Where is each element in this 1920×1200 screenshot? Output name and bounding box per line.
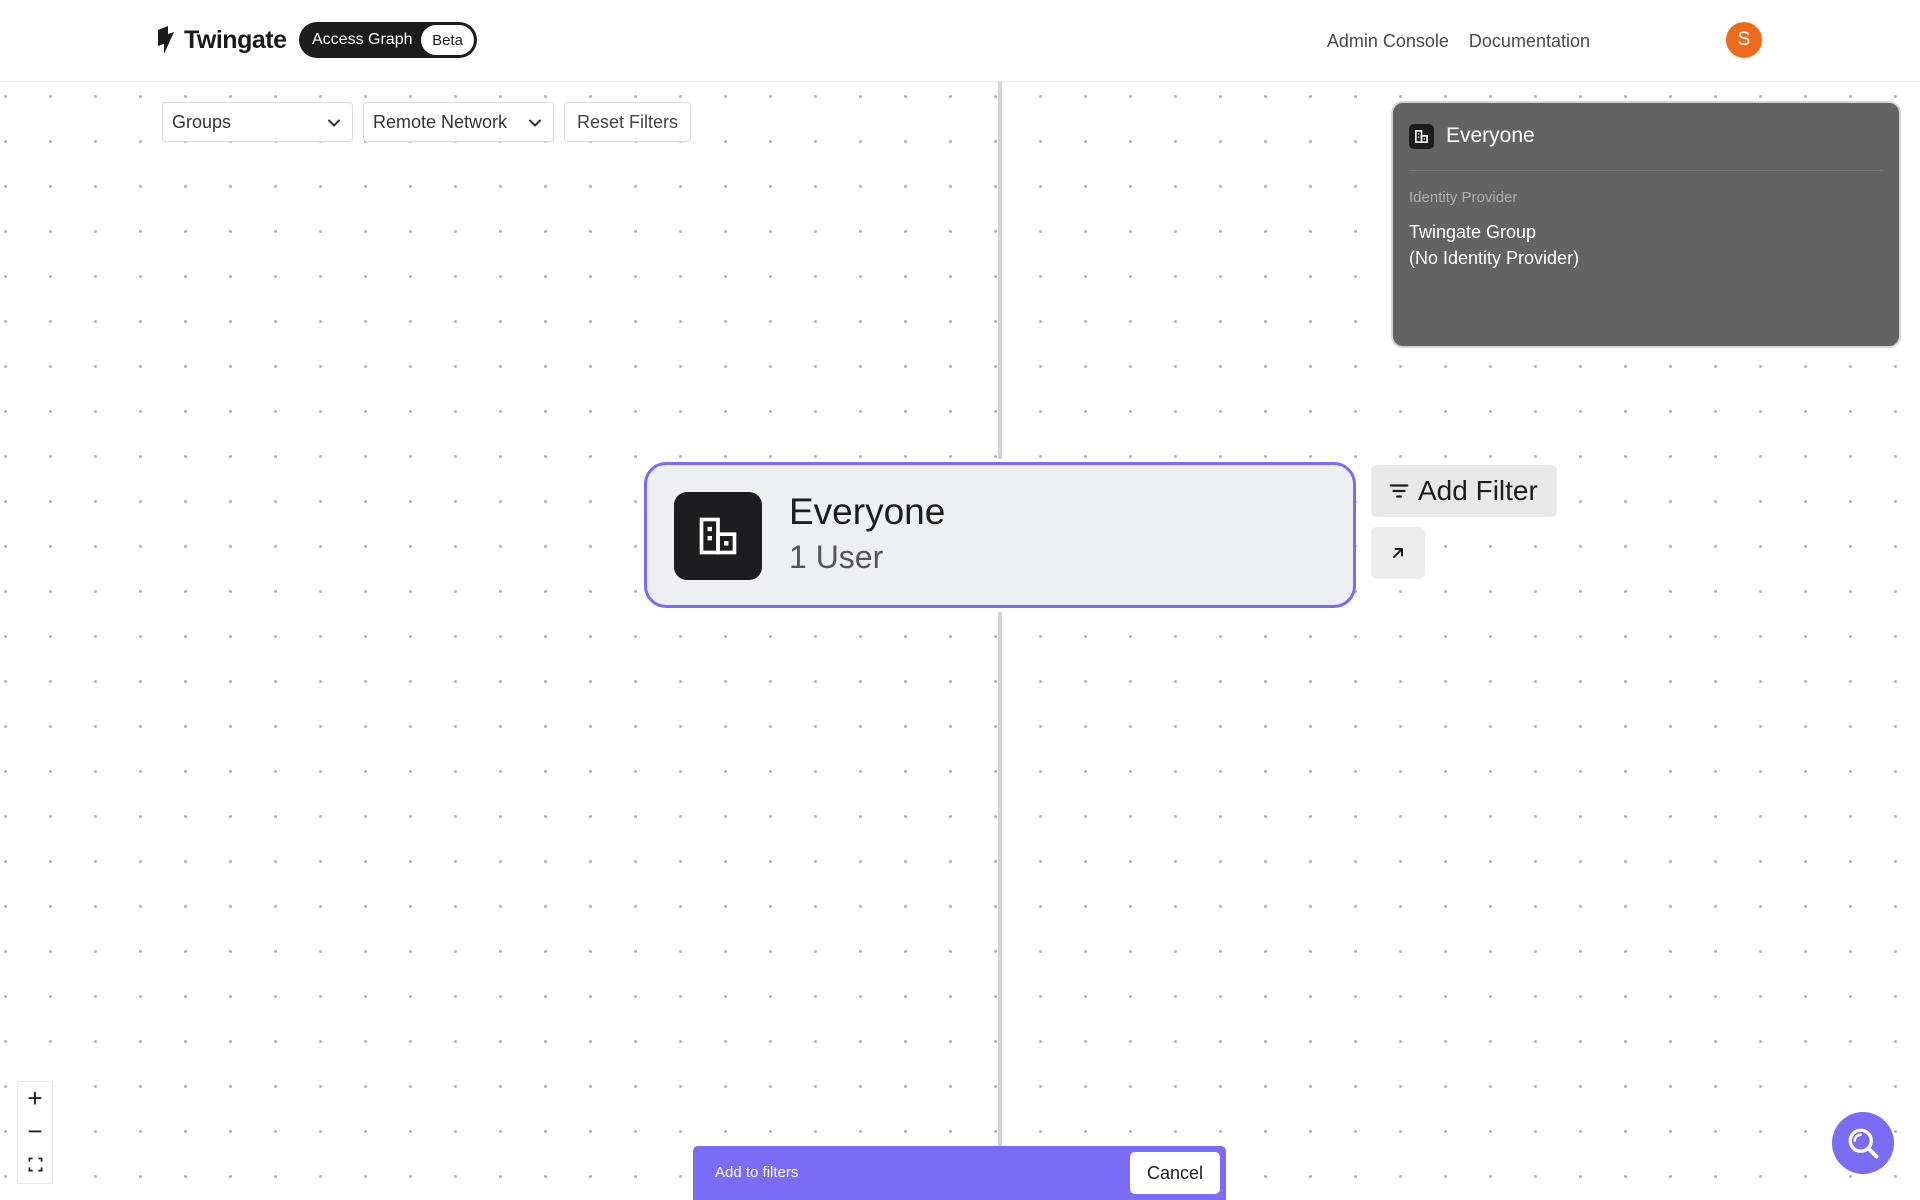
- search-icon: [1848, 1128, 1879, 1159]
- filter-icon: [1389, 484, 1409, 498]
- node-title: Everyone: [789, 491, 946, 532]
- node-details-panel: Everyone Identity Provider Twingate Grou…: [1391, 101, 1901, 348]
- building-icon: [674, 492, 762, 580]
- zoom-in-button[interactable]: +: [18, 1082, 52, 1115]
- graph-edge-top: [998, 82, 1002, 459]
- cancel-button[interactable]: Cancel: [1130, 1152, 1220, 1194]
- documentation-link[interactable]: Documentation: [1469, 31, 1590, 52]
- identity-provider-label: Identity Provider: [1409, 189, 1518, 206]
- graph-edge-bottom: [998, 612, 1002, 1146]
- panel-title: Everyone: [1446, 124, 1535, 147]
- group-node-everyone[interactable]: Everyone 1 User: [644, 462, 1356, 608]
- user-avatar[interactable]: S: [1726, 22, 1762, 58]
- add-to-filters-text: Add to filters: [715, 1164, 799, 1181]
- open-node-button[interactable]: [1371, 527, 1425, 579]
- building-icon-svg: [699, 517, 737, 555]
- arrow-up-right-icon: [1393, 548, 1403, 558]
- panel-header: Everyone: [1409, 121, 1883, 151]
- remote-network-filter-select[interactable]: Remote Network: [363, 102, 554, 142]
- zoom-out-button[interactable]: −: [18, 1115, 52, 1148]
- remote-network-filter-label: Remote Network: [373, 111, 508, 132]
- fit-view-button[interactable]: [18, 1148, 52, 1181]
- brand-name: Twingate: [184, 25, 287, 54]
- add-filter-label: Add Filter: [1418, 475, 1538, 506]
- app-name-pill: Access Graph Beta: [299, 22, 477, 58]
- header-nav: Admin Console Documentation: [1327, 0, 1590, 82]
- identity-provider-value-line2: (No Identity Provider): [1409, 248, 1580, 268]
- top-header: Twingate Access Graph Beta Admin Console…: [0, 0, 1920, 82]
- groups-filter-label: Groups: [172, 111, 232, 132]
- node-user-count: 1 User: [789, 539, 884, 575]
- app-name: Access Graph: [312, 31, 413, 48]
- identity-provider-value-line1: Twingate Group: [1409, 222, 1537, 242]
- chevron-down-icon: [328, 119, 340, 127]
- zoom-controls: + −: [17, 1081, 53, 1184]
- twingate-logo[interactable]: Twingate: [156, 24, 287, 56]
- beta-badge: Beta: [421, 25, 474, 55]
- reset-filters-button[interactable]: Reset Filters: [564, 102, 691, 142]
- search-button[interactable]: [1832, 1112, 1894, 1174]
- admin-console-link[interactable]: Admin Console: [1327, 31, 1449, 52]
- panel-divider: [1409, 170, 1883, 171]
- twingate-logo-icon: [158, 26, 174, 54]
- add-filter-button[interactable]: Add Filter: [1371, 465, 1557, 517]
- chevron-down-icon: [529, 119, 541, 127]
- fit-screen-icon: [28, 1157, 42, 1172]
- building-icon: [1409, 123, 1434, 149]
- building-icon-svg: [1415, 129, 1428, 143]
- add-to-filters-bar: Add to filters Cancel: [693, 1146, 1226, 1200]
- identity-provider-value: Twingate Group (No Identity Provider): [1409, 219, 1579, 271]
- groups-filter-select[interactable]: Groups: [162, 102, 353, 142]
